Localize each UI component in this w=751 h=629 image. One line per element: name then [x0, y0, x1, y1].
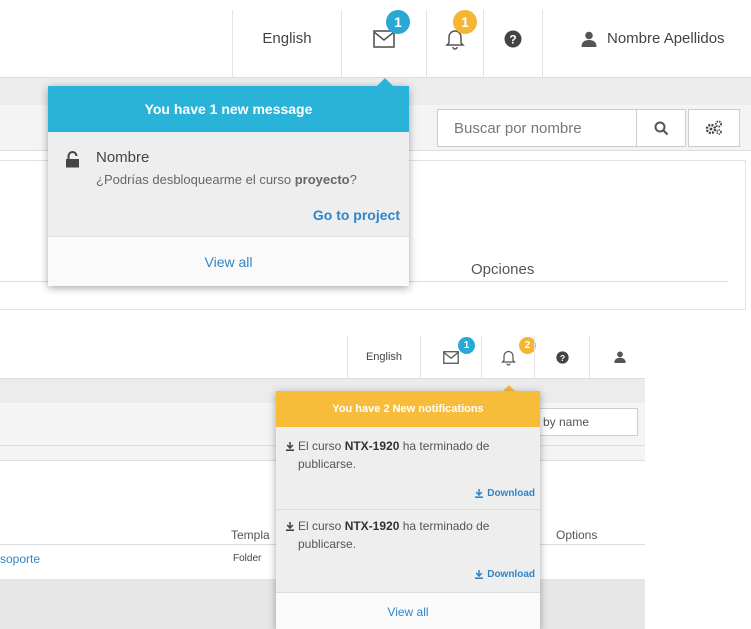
notification-text-prefix: El curso	[298, 439, 345, 453]
notifications-view-all[interactable]: View all	[276, 592, 540, 629]
download-icon	[286, 522, 294, 531]
language-label: English	[262, 30, 312, 47]
notifications-button[interactable]	[427, 0, 483, 77]
svg-text:?: ?	[559, 352, 564, 362]
user-menu[interactable]: Nombre Apellidos	[543, 0, 751, 77]
notification-item[interactable]: El curso NTX-1920 ha terminado de public…	[276, 427, 540, 510]
search-button[interactable]	[636, 109, 686, 147]
notifications-view-all-label: View all	[387, 604, 429, 619]
envelope-icon	[443, 350, 459, 364]
svg-text:?: ?	[509, 32, 516, 46]
search-placeholder-2: by name	[543, 415, 590, 429]
notifications-popup-header: You have 2 New notifications	[276, 391, 540, 427]
message-sender: Nombre	[96, 149, 150, 166]
message-text-course: proyecto	[294, 172, 350, 187]
messages-view-all-label: View all	[204, 254, 253, 270]
search-icon	[654, 121, 668, 135]
help-button-2[interactable]: ?	[535, 336, 589, 378]
download-icon	[475, 570, 484, 579]
download-label: Download	[487, 569, 535, 580]
language-selector[interactable]: English	[233, 0, 341, 77]
messages-view-all[interactable]: View all	[48, 236, 409, 286]
question-icon: ?	[504, 30, 522, 47]
row-name-link[interactable]: soporte	[0, 552, 40, 566]
language-selector-2[interactable]: English	[348, 336, 420, 378]
help-button[interactable]: ?	[484, 0, 542, 77]
unlock-icon	[66, 151, 79, 168]
row-type: Folder	[233, 553, 262, 564]
messages-popup-arrow	[377, 78, 393, 86]
notifications-popup-title: You have 2 New notifications	[332, 403, 484, 415]
notifications-popup: You have 2 New notifications El curso NT…	[276, 391, 540, 629]
messages-badge: 1	[386, 10, 410, 34]
download-icon	[475, 489, 484, 498]
message-text: ¿Podrías desbloquearme el curso proyecto…	[96, 172, 357, 187]
user-menu-2[interactable]	[590, 336, 645, 378]
bottom-panel: English 1 2 ? by name Templa Options sop…	[0, 318, 645, 629]
user-icon	[581, 31, 597, 47]
messages-popup-header: You have 1 new message	[48, 86, 409, 132]
download-icon	[286, 442, 294, 451]
download-label: Download	[487, 488, 535, 499]
notification-course: NTX-1920	[344, 519, 400, 533]
download-link[interactable]: Download	[475, 488, 535, 499]
top-panel: English 1 1 ? Nombre Apellidos Buscar po…	[0, 0, 751, 310]
notification-item[interactable]: El curso NTX-1920 ha terminado de public…	[276, 510, 540, 592]
search-placeholder: Buscar por nombre	[454, 119, 582, 137]
notification-text: El curso NTX-1920 ha terminado de public…	[298, 517, 528, 553]
column-header-options: Opciones	[471, 261, 535, 278]
question-icon: ?	[555, 350, 569, 364]
download-link[interactable]: Download	[475, 569, 535, 580]
messages-button[interactable]	[342, 0, 426, 77]
search-input[interactable]: Buscar por nombre	[437, 109, 637, 147]
bell-icon	[500, 350, 516, 366]
messages-badge-2: 1	[458, 337, 475, 354]
messages-popup-title: You have 1 new message	[144, 101, 313, 117]
notifications-badge: 1	[453, 10, 477, 34]
user-icon	[614, 351, 626, 363]
settings-button[interactable]	[688, 109, 740, 147]
message-text-suffix: ?	[349, 172, 357, 187]
column-header-template: Templa	[231, 528, 270, 542]
top-navbar: English 1 1 ? Nombre Apellidos	[0, 0, 751, 77]
messages-popup: You have 1 new message Nombre ¿Podrías d…	[48, 86, 409, 286]
message-text-prefix: ¿Podrías desbloquearme el curso	[96, 172, 295, 187]
column-header-options-2: Options	[556, 528, 598, 542]
notification-course: NTX-1920	[344, 439, 400, 453]
language-label-2: English	[365, 351, 403, 363]
gears-icon	[705, 120, 722, 135]
notification-text-prefix: El curso	[298, 519, 345, 533]
notification-text: El curso NTX-1920 ha terminado de public…	[298, 437, 528, 473]
go-to-project-link[interactable]: Go to project	[313, 207, 400, 223]
message-item[interactable]: Nombre ¿Podrías desbloquearme el curso p…	[48, 132, 409, 236]
user-name: Nombre Apellidos	[607, 30, 725, 47]
